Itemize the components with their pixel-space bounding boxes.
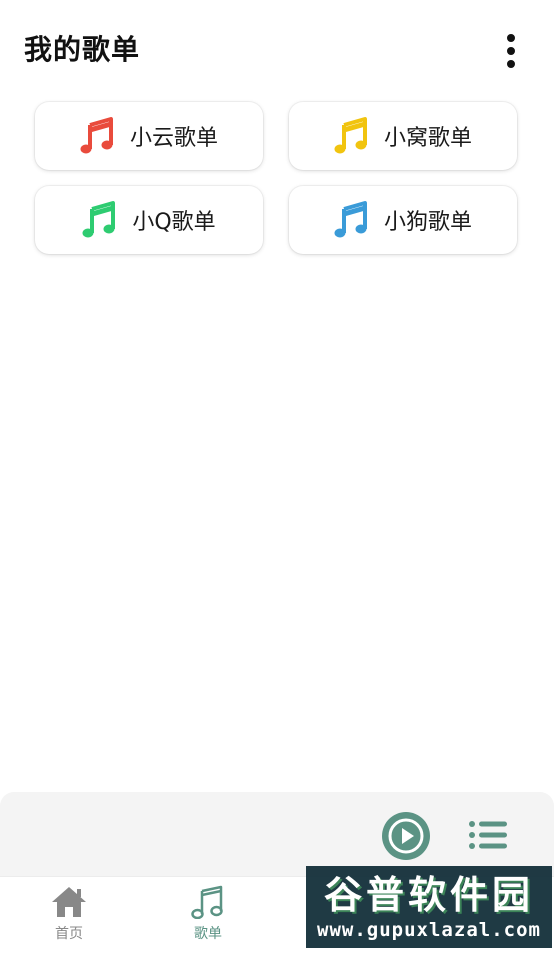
page-title: 我的歌单 xyxy=(24,33,141,66)
home-icon xyxy=(52,887,86,917)
watermark: 谷普软件园 www.gupuxlazal.com xyxy=(306,866,552,948)
music-note-icon xyxy=(334,117,367,154)
playlist-label: 小狗歌单 xyxy=(383,210,472,235)
watermark-title: 谷普软件园 xyxy=(323,872,534,917)
playlist-card-xiaowo[interactable]: 小窝歌单 xyxy=(289,102,517,170)
playlist-label: 小窝歌单 xyxy=(383,126,472,151)
play-icon xyxy=(388,818,424,854)
playlist-card-xiaoyun[interactable]: 小云歌单 xyxy=(35,102,263,170)
header: 我的歌单 xyxy=(0,0,554,100)
watermark-url: www.gupuxlazal.com xyxy=(317,919,541,941)
playlist-label: 小Q歌单 xyxy=(132,210,216,235)
list-icon xyxy=(469,821,507,849)
playlist-queue-button[interactable] xyxy=(468,819,508,851)
tab-playlist-label: 歌单 xyxy=(194,926,222,942)
tab-playlist[interactable]: 歌单 xyxy=(168,885,248,951)
playlist-card-xiaogou[interactable]: 小狗歌单 xyxy=(289,186,517,254)
play-button[interactable] xyxy=(382,812,430,860)
playlist-card-xiaoq[interactable]: 小Q歌单 xyxy=(35,186,263,254)
music-note-icon xyxy=(80,117,113,154)
playlist-label: 小云歌单 xyxy=(129,126,218,151)
tab-home-label: 首页 xyxy=(55,926,83,942)
music-note-icon xyxy=(334,201,367,238)
more-dot-icon xyxy=(507,47,515,55)
more-dot-icon xyxy=(507,34,515,42)
more-options-button[interactable] xyxy=(496,30,526,72)
music-note-icon xyxy=(82,201,116,238)
tab-home[interactable]: 首页 xyxy=(29,885,109,951)
more-dot-icon xyxy=(507,60,515,68)
music-note-icon xyxy=(191,885,223,919)
